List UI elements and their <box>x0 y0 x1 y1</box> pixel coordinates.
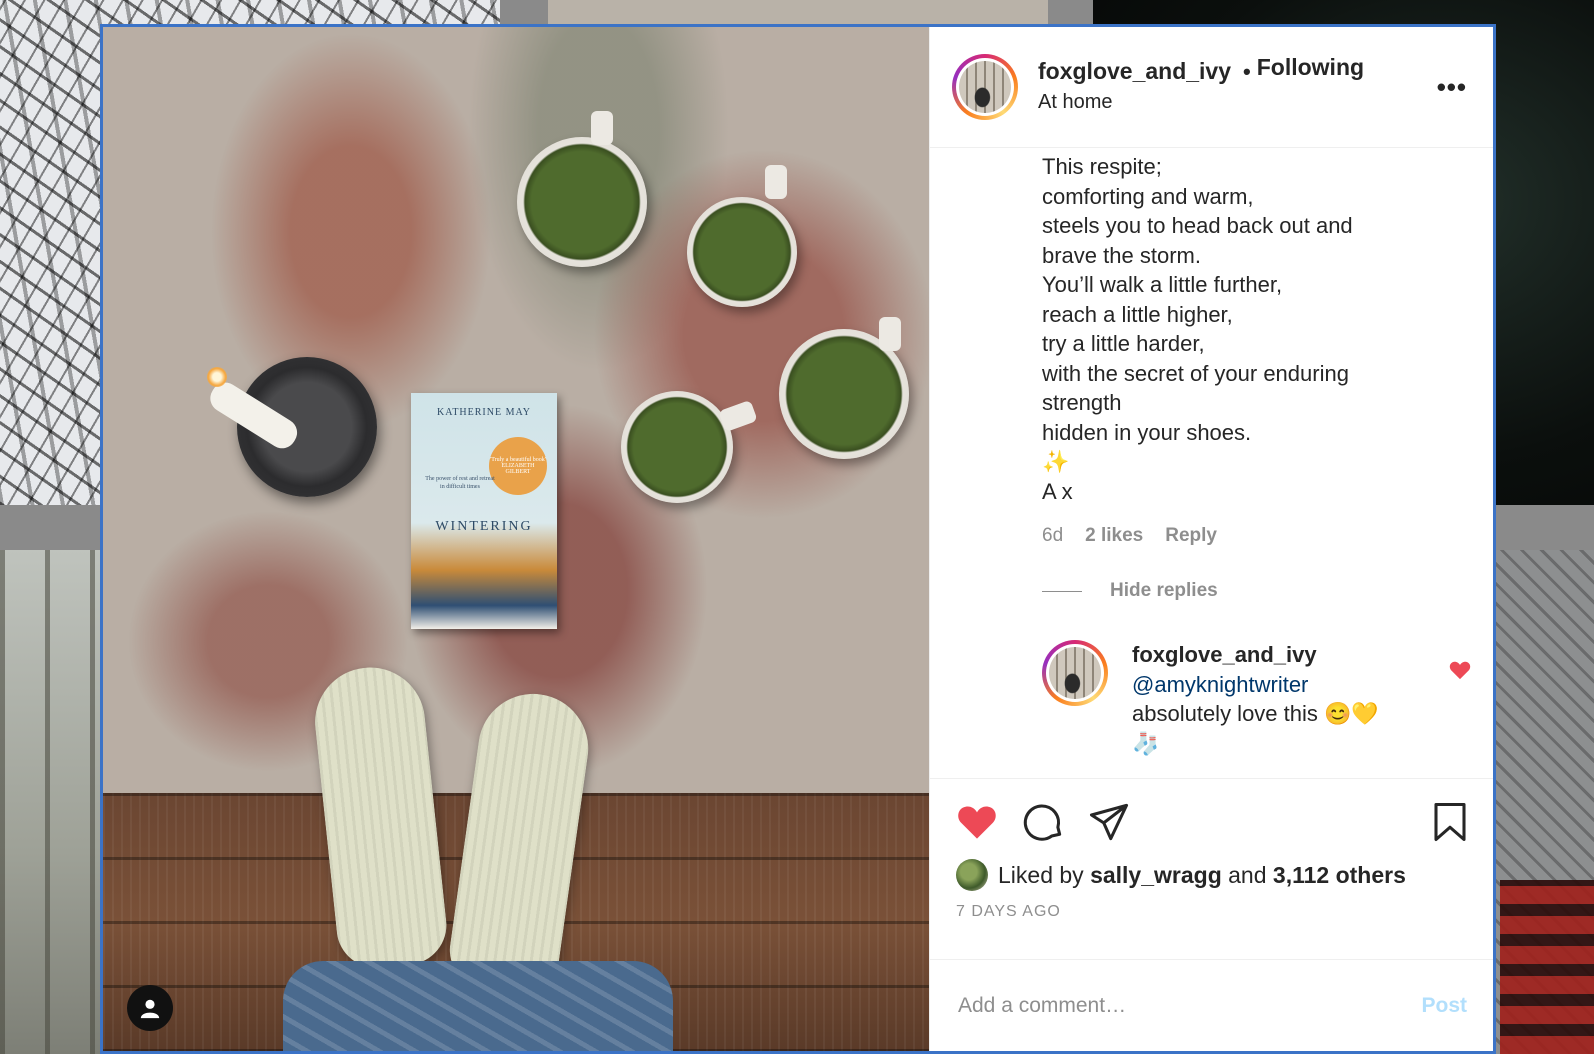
caption-text: This respite; comforting and warm, steels … <box>1042 152 1412 506</box>
book-blurb: 'Truly a beautiful book' ELIZABETH GILBE… <box>489 437 547 495</box>
share-icon[interactable] <box>1088 801 1130 843</box>
likes-others-link[interactable]: 3,112 others <box>1273 862 1406 889</box>
caption-line: This respite; <box>1042 154 1162 179</box>
comment-likes-link[interactable]: 2 likes <box>1085 525 1143 547</box>
tagged-users-button[interactable] <box>127 985 173 1031</box>
username-link[interactable]: foxglove_and_ivy <box>1038 58 1231 85</box>
pot-handle <box>718 399 758 433</box>
post-side-panel: foxglove_and_ivy • Following At home •••… <box>929 27 1493 1051</box>
post-modal: KATHERINE MAY 'Truly a beautiful book' E… <box>100 24 1496 1054</box>
caption-line: try a little harder, <box>1042 331 1205 356</box>
reply-body: absolutely love this 😊💛 <box>1132 701 1379 726</box>
reply-emoji: 🧦 <box>1132 730 1160 756</box>
caption-line: brave the storm. <box>1042 242 1201 268</box>
moss-pot <box>687 197 797 307</box>
hide-replies-label: Hide replies <box>1110 580 1218 601</box>
comment-like-heart-icon[interactable] <box>1449 660 1471 680</box>
reply-username-link[interactable]: foxglove_and_ivy <box>1132 640 1432 670</box>
caption-line: comforting and warm, <box>1042 183 1254 209</box>
post-photo[interactable]: KATHERINE MAY 'Truly a beautiful book' E… <box>103 27 929 1051</box>
caption-line: steels you to head back out and <box>1042 213 1353 238</box>
like-heart-icon[interactable] <box>956 801 998 843</box>
liker-avatar[interactable] <box>956 859 988 891</box>
caption-line: You’ll walk a little further, <box>1042 272 1283 297</box>
caption-line: hidden in your shoes. <box>1042 419 1252 445</box>
post-comment-button[interactable]: Post <box>1421 994 1467 1018</box>
avatar-image <box>1049 647 1101 699</box>
comment-form: Post <box>930 959 1493 1051</box>
location-link[interactable]: At home <box>1038 91 1364 114</box>
likes-prefix: Liked by <box>998 861 1084 888</box>
pants <box>283 961 673 1051</box>
caption-line: ✨ <box>1042 449 1070 474</box>
reply-button[interactable]: Reply <box>1165 525 1217 547</box>
comment-meta: 6d 2 likes Reply <box>1042 525 1217 547</box>
pot-handle <box>879 317 901 351</box>
pot-handle <box>591 111 613 145</box>
separator-dot: • <box>1243 59 1251 84</box>
liker-username-link[interactable]: sally_wragg <box>1090 862 1222 889</box>
divider-line <box>1042 590 1082 592</box>
book-author: KATHERINE MAY <box>436 407 532 418</box>
moss-pot <box>621 391 733 503</box>
user-icon <box>140 999 160 1019</box>
avatar-image <box>959 61 1011 113</box>
book-subtitle: The power of rest and retreat in difficu… <box>425 476 495 490</box>
comment-icon[interactable] <box>1022 801 1064 843</box>
moss-pot <box>517 137 647 267</box>
header-text: foxglove_and_ivy • Following At home <box>1038 54 1364 114</box>
post-timestamp[interactable]: 7 DAYS AGO <box>956 903 1061 921</box>
action-bar <box>956 801 1130 843</box>
actions-area: Liked by sally_wragg and 3,112 others 7 … <box>930 778 1493 1051</box>
book-title: WINTERING <box>435 519 533 534</box>
bookmark-icon[interactable] <box>1429 801 1471 843</box>
caption-line: strength <box>1042 390 1122 415</box>
caption-line: A x <box>1042 478 1073 504</box>
hide-replies-button[interactable]: Hide replies <box>1042 580 1218 602</box>
more-options-icon[interactable]: ••• <box>1437 74 1467 100</box>
mention-link[interactable]: @amyknightwriter <box>1132 670 1432 700</box>
avatar[interactable] <box>952 54 1018 120</box>
book-wintering: KATHERINE MAY 'Truly a beautiful book' E… <box>411 393 557 629</box>
caption-line: reach a little higher, <box>1042 301 1233 327</box>
candle-flame <box>207 367 227 387</box>
caption-line: with the secret of your enduring <box>1042 360 1349 386</box>
comments-section[interactable]: This respite; comforting and warm, steels … <box>930 148 1493 778</box>
reply-avatar[interactable] <box>1042 640 1108 706</box>
reply-text: foxglove_and_ivy @amyknightwriter absolu… <box>1132 640 1432 758</box>
comment-input[interactable] <box>956 992 1380 1019</box>
pot-handle <box>765 165 787 199</box>
likes-joiner: and <box>1228 861 1267 888</box>
likes-summary: Liked by sally_wragg and 3,112 others <box>956 859 1406 891</box>
following-button[interactable]: Following <box>1257 54 1364 81</box>
post-header: foxglove_and_ivy • Following At home ••• <box>930 27 1493 148</box>
background-thumbnail-red-check <box>1500 880 1594 1054</box>
comment-age: 6d <box>1042 525 1064 546</box>
reply-comment: foxglove_and_ivy @amyknightwriter absolu… <box>1042 640 1432 758</box>
